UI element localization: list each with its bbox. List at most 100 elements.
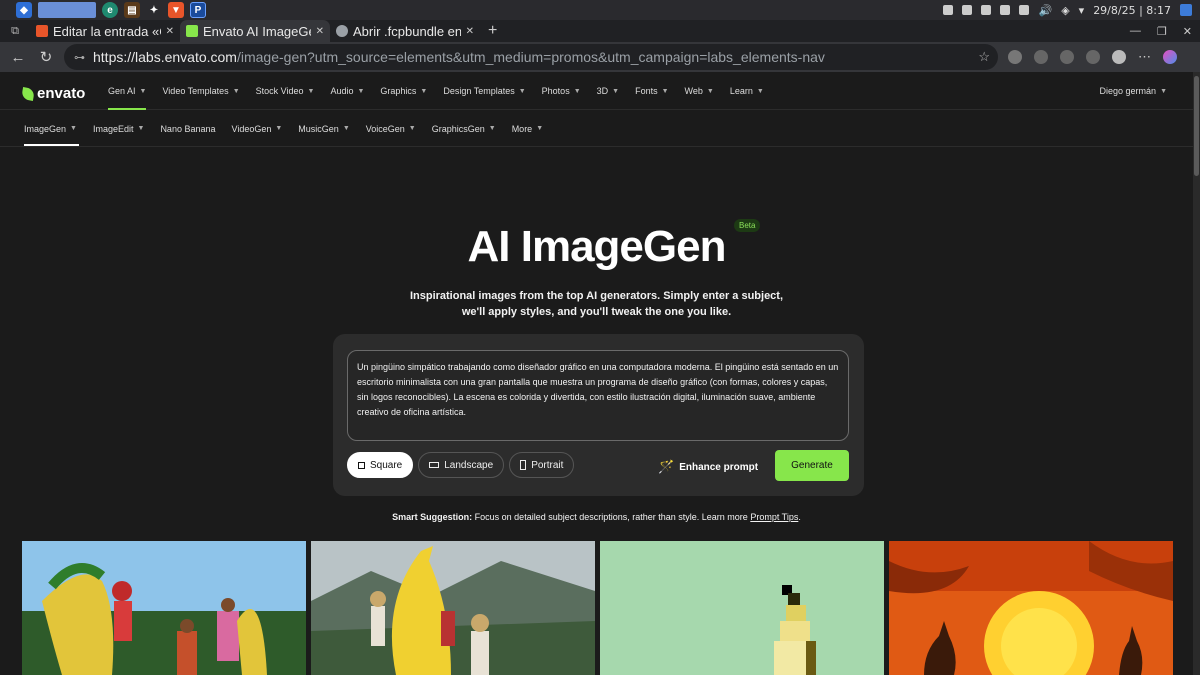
chevron-down-icon: ▼ <box>536 125 544 132</box>
smart-suggestion: Smart Suggestion: Focus on detailed subj… <box>0 512 1193 522</box>
subnav-more[interactable]: More ▼ <box>512 110 543 147</box>
aspect-portrait-button[interactable]: Portrait <box>509 452 575 478</box>
gallery-image[interactable] <box>600 541 884 675</box>
nav-audio[interactable]: Audio ▼ <box>330 72 364 110</box>
chevron-down-icon: ▼ <box>1160 87 1167 95</box>
nav-gen-ai[interactable]: Gen AI ▼ <box>108 72 147 110</box>
app-taskbar-icon[interactable]: ▤ <box>124 2 140 18</box>
address-bar[interactable]: ⊶ https://labs.envato.com/image-gen?utm_… <box>64 44 998 70</box>
prompt-tips-link[interactable]: Prompt Tips <box>750 512 798 522</box>
minimize-icon[interactable]: — <box>1130 25 1141 37</box>
volume-icon[interactable]: 🔊 <box>1038 4 1052 17</box>
nav-label: Stock Video <box>255 86 304 96</box>
prompt-textarea[interactable]: Un pingüino simpático trabajando como di… <box>347 350 849 441</box>
close-tab-icon[interactable]: ✕ <box>466 26 474 37</box>
tray-icon[interactable] <box>1019 5 1030 15</box>
festival-banana-float-image <box>22 541 306 675</box>
subnav-label: VoiceGen <box>365 123 405 134</box>
tab-title: Abrir .fcpbundle en <box>353 23 461 39</box>
chevron-down-icon: ▼ <box>307 87 315 95</box>
tray-icon[interactable] <box>1000 5 1011 15</box>
chevron-down-icon: ▼ <box>756 87 764 95</box>
notification-icon[interactable] <box>1180 4 1192 16</box>
extensions-puzzle-icon[interactable] <box>1086 50 1100 64</box>
nav-video-templates[interactable]: Video Templates ▼ <box>162 72 239 110</box>
subnav-label: ImageGen <box>24 123 67 134</box>
page-scrollbar[interactable] <box>1193 72 1200 675</box>
nav-stock-video[interactable]: Stock Video ▼ <box>256 72 315 110</box>
subnav-label: GraphicsGen <box>431 123 485 134</box>
subnav-videogen[interactable]: VideoGen ▼ <box>231 110 282 147</box>
profile-avatar-icon[interactable] <box>1112 50 1126 64</box>
sunset-bananas-image <box>889 541 1173 675</box>
chevron-down-icon: ▼ <box>357 87 365 95</box>
aspect-square-button[interactable]: Square <box>347 452 414 478</box>
tab-favicon <box>186 25 198 37</box>
enhance-prompt-button[interactable]: 🪄 Enhance prompt <box>658 452 758 482</box>
clock[interactable]: 29/8/25 | 8:17 <box>1093 4 1171 17</box>
taskbar-window-preview[interactable] <box>38 2 96 18</box>
gallery-image[interactable] <box>22 541 306 675</box>
subnav-musicgen[interactable]: MusicGen ▼ <box>298 110 349 147</box>
nav-graphics[interactable]: Graphics ▼ <box>380 72 427 110</box>
nav-label: 3D <box>596 86 609 96</box>
inkscape-taskbar-icon[interactable]: ✦ <box>146 2 162 18</box>
scrollbar-thumb[interactable] <box>1194 76 1199 176</box>
nav-design-templates[interactable]: Design Templates ▼ <box>443 72 525 110</box>
gallery-image[interactable] <box>311 541 595 675</box>
menu-dots-icon[interactable]: ⋯ <box>1138 49 1151 65</box>
extension-icon[interactable] <box>1008 50 1022 64</box>
nav-label: Fonts <box>635 86 658 96</box>
extension-icon[interactable] <box>1060 50 1074 64</box>
tab-title: Editar la entrada «C <box>53 23 161 39</box>
tray-icon[interactable] <box>981 5 992 15</box>
tab-title: Envato AI ImageGen <box>203 23 311 39</box>
nav-label: Learn <box>729 86 753 96</box>
site-top-nav: envato Gen AI ▼ Video Templates ▼ Stock Vi… <box>0 72 1193 110</box>
close-tab-icon[interactable]: ✕ <box>316 26 324 37</box>
brave-taskbar-icon[interactable]: ▼ <box>168 2 184 18</box>
browser-tab[interactable]: Abrir .fcpbundle en ✕ <box>330 20 480 42</box>
envato-logo[interactable]: envato <box>21 85 85 102</box>
extension-icon[interactable] <box>1034 50 1048 64</box>
subnav-imagegen[interactable]: ImageGen ▼ <box>24 110 79 147</box>
tray-expand-icon[interactable]: ▾ <box>1079 4 1085 17</box>
nav-label: Design Templates <box>443 86 515 96</box>
user-menu[interactable]: Diego germán ▼ <box>1100 72 1167 110</box>
close-tab-icon[interactable]: ✕ <box>166 26 174 37</box>
browser-tab-active[interactable]: Envato AI ImageGen ✕ <box>180 20 330 42</box>
subnav-nano-banana[interactable]: Nano Banana <box>160 110 215 147</box>
subnav-imageedit[interactable]: ImageEdit ▼ <box>93 110 144 147</box>
nav-photos[interactable]: Photos ▼ <box>542 72 581 110</box>
chevron-down-icon: ▼ <box>706 87 714 95</box>
vscode-taskbar-icon[interactable]: ◆ <box>16 2 32 18</box>
bookmark-star-icon[interactable]: ☆ <box>978 49 990 65</box>
suggestion-lead: Smart Suggestion: <box>392 512 473 522</box>
subnav-graphicsgen[interactable]: GraphicsGen ▼ <box>432 110 496 147</box>
tray-icon[interactable] <box>962 5 973 15</box>
reload-icon[interactable]: ↻ <box>32 43 60 71</box>
close-window-icon[interactable]: ✕ <box>1183 25 1192 38</box>
nav-web[interactable]: Web ▼ <box>685 72 714 110</box>
back-icon[interactable]: ← <box>4 43 32 71</box>
aspect-landscape-button[interactable]: Landscape <box>418 452 505 478</box>
tab-actions-icon[interactable]: ⧉ <box>0 20 30 42</box>
tray-icon[interactable] <box>943 5 954 15</box>
tab-favicon <box>336 25 348 37</box>
browser-tab[interactable]: Editar la entrada «C ✕ <box>30 20 180 42</box>
edge-taskbar-icon[interactable]: e <box>102 2 118 18</box>
subnav-voicegen[interactable]: VoiceGen ▼ <box>366 110 416 147</box>
wifi-icon[interactable]: ◈ <box>1061 4 1069 17</box>
chevron-down-icon: ▼ <box>139 87 147 95</box>
chevron-down-icon: ▼ <box>612 87 620 95</box>
nav-3d[interactable]: 3D ▼ <box>597 72 619 110</box>
nav-learn[interactable]: Learn ▼ <box>730 72 764 110</box>
site-info-icon[interactable]: ⊶ <box>74 51 85 64</box>
copilot-icon[interactable] <box>1163 50 1177 64</box>
gallery-image[interactable] <box>889 541 1173 675</box>
nav-fonts[interactable]: Fonts ▼ <box>635 72 668 110</box>
p-app-taskbar-icon[interactable]: P <box>190 2 206 18</box>
generate-button[interactable]: Generate <box>775 450 849 481</box>
new-tab-button[interactable]: + <box>480 20 505 42</box>
restore-icon[interactable]: ❐ <box>1157 25 1167 38</box>
